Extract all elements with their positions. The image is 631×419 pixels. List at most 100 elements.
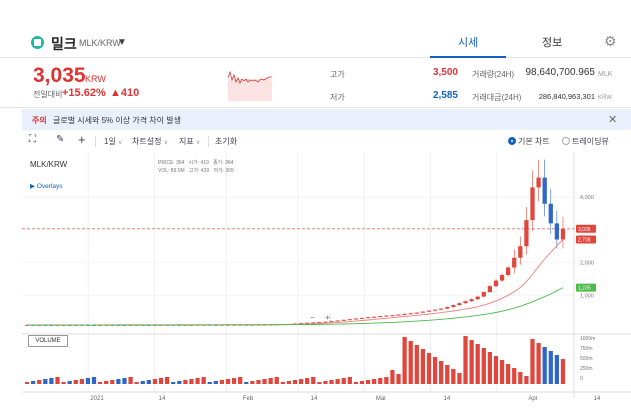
ohlc-close-value: 364 <box>225 160 234 166</box>
volume-bar <box>347 377 352 384</box>
volume-pane-label: VOLUME <box>28 335 68 347</box>
volume-bar <box>116 379 121 384</box>
x-tick-label: Apr <box>528 396 537 402</box>
candle-body <box>530 187 535 221</box>
tab-info[interactable]: 정보 <box>542 34 562 50</box>
volume-bar <box>451 369 456 384</box>
sparkline-chart <box>228 70 272 101</box>
warning-banner: 주의 글로벌 시세와 5% 이상 가격 차이 발생 ✕ <box>22 109 631 130</box>
volume-bar <box>420 349 426 384</box>
volume-bar <box>390 370 395 384</box>
volume-bar <box>37 380 42 384</box>
volume-bar <box>262 379 267 384</box>
volume-24h-label: 거래량(24H) <box>472 70 515 79</box>
volume-bar <box>49 378 54 384</box>
chart-settings-label: 차트설정 <box>132 137 162 146</box>
volume-bar <box>457 373 462 384</box>
overlays-toggle[interactable]: ▶ Overlays <box>30 182 62 190</box>
candle-body <box>469 299 474 302</box>
volume-bar <box>469 340 474 384</box>
toolbar-divider <box>208 136 209 147</box>
amount-24h-unit: KRW <box>598 95 612 101</box>
volume-24h-unit: MLK <box>598 71 613 78</box>
ohlc-price-label: PRICE <box>158 160 174 166</box>
current-price: 3,035 <box>33 64 86 87</box>
volume-bar <box>43 379 48 384</box>
indicators-label: 지표 <box>179 137 194 146</box>
volume-bar <box>256 380 261 384</box>
volume-bar <box>329 380 334 384</box>
ma-short-line <box>27 239 564 326</box>
period-select[interactable]: 1일 ∨ <box>104 136 122 147</box>
period-label: 1일 <box>104 137 116 146</box>
volume-bar <box>164 377 170 384</box>
volume-bar <box>146 380 151 384</box>
candlestick-chart-svg[interactable]: 4,0003,0002,0001,0003,0352,7081,2351000m… <box>22 152 631 419</box>
tab-price[interactable]: 시세 <box>458 34 478 50</box>
volume-bar <box>31 381 36 384</box>
coin-name[interactable]: 밀크 <box>51 34 77 54</box>
candle-body <box>396 314 401 316</box>
volume-bar <box>439 361 444 384</box>
x-tick-label: 14 <box>311 396 318 402</box>
volume-bar <box>177 381 182 384</box>
candle-body <box>420 311 426 313</box>
volume-bar <box>426 353 432 384</box>
change-label: 전일대비 <box>33 90 63 99</box>
price-chart[interactable]: 4,0003,0002,0001,0003,0352,7081,2351000m… <box>22 152 631 419</box>
volume-bar <box>238 377 243 384</box>
volume-bar <box>560 359 566 384</box>
ohlc-low-value: 309 <box>225 168 234 174</box>
price-unit: KRW <box>85 74 106 84</box>
volume-bar <box>317 382 322 384</box>
ohlc-price-value: 364 <box>176 160 185 166</box>
volume-bar <box>79 379 84 384</box>
warning-tag: 주의 <box>32 116 47 125</box>
volume-bar <box>445 365 450 384</box>
volume-bar <box>207 382 212 384</box>
volume-bar <box>499 360 505 384</box>
close-icon[interactable]: ✕ <box>608 113 617 126</box>
volume-bar <box>73 380 78 384</box>
indicators-chevron-down-icon: ∨ <box>195 140 201 146</box>
volume-bar <box>506 364 511 384</box>
candle-body <box>329 321 334 323</box>
volume-bar <box>493 356 499 384</box>
volume-bar <box>463 336 468 384</box>
pencil-icon[interactable]: ✎ <box>56 134 64 145</box>
x-tick-label: 14 <box>159 396 166 402</box>
volume-bar <box>292 380 298 384</box>
basic-chart-radio[interactable]: 기본 차트 <box>508 136 550 147</box>
volume-bar <box>219 380 225 384</box>
reset-button[interactable]: 초기화 <box>215 136 237 147</box>
gear-icon[interactable]: ⚙ <box>604 33 617 50</box>
volume-tick-label: 1000m <box>580 336 595 342</box>
tradingview-radio[interactable]: 트레이딩뷰 <box>562 136 609 147</box>
settings-chevron-down-icon: ∨ <box>163 140 169 146</box>
volume-bar <box>189 379 194 384</box>
candle-body <box>548 203 553 224</box>
y-tick-label: 2,000 <box>580 261 594 267</box>
coin-pair[interactable]: MLK/KRW <box>79 38 121 48</box>
volume-bar <box>104 381 109 384</box>
candle-body <box>317 322 322 324</box>
high-value: 3,500 <box>432 67 458 78</box>
ohlc-open-value: 419 <box>200 160 209 166</box>
fullscreen-icon[interactable]: ⛶ <box>29 134 36 145</box>
volume-bar <box>55 377 60 384</box>
coin-select-chevron-down-icon[interactable]: ▼ <box>117 37 127 48</box>
high-label: 고가 <box>330 70 345 79</box>
candle-body <box>481 292 486 297</box>
indicators-select[interactable]: 지표 ∨ <box>179 136 200 147</box>
candle-body <box>463 301 468 304</box>
chart-settings-select[interactable]: 차트설정 ∨ <box>132 136 168 147</box>
volume-bar <box>524 376 529 384</box>
crosshair-icon[interactable]: + <box>78 132 86 147</box>
candle-body <box>493 280 499 287</box>
candle-body <box>506 267 511 276</box>
volume-tick-label: 750m <box>580 346 593 352</box>
volume-bar <box>372 379 377 384</box>
volume-bar <box>548 351 553 384</box>
price-marker-label: 1,235 <box>578 286 591 292</box>
volume-bar <box>250 381 255 384</box>
